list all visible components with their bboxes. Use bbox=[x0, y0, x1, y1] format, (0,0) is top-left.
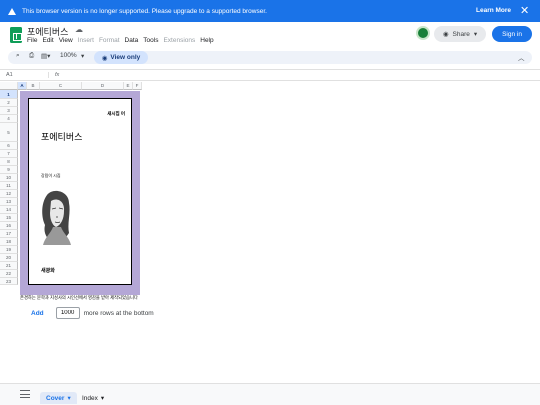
row-header[interactable]: 3 bbox=[0, 107, 18, 115]
column-header[interactable]: E bbox=[124, 82, 133, 90]
tab-cover[interactable]: Cover ▾ bbox=[40, 392, 77, 404]
zoom-select[interactable]: 100% bbox=[60, 52, 77, 59]
add-rows-button[interactable]: Add bbox=[31, 310, 44, 317]
print-icon[interactable]: ⎙ bbox=[29, 52, 34, 60]
rows-count-input[interactable] bbox=[55, 307, 80, 319]
formula-bar: A1 fx bbox=[0, 69, 540, 81]
row-header[interactable]: 23 bbox=[0, 278, 18, 285]
chevron-down-icon[interactable]: ▾ bbox=[81, 52, 84, 60]
sheet-tabs-bar: Cover ▾ Index ▾ bbox=[0, 383, 540, 405]
add-rows-label: more rows at the bottom bbox=[83, 309, 154, 317]
add-rows-control: Add more rows at the bottom bbox=[31, 307, 154, 319]
publisher-label: 새광화 bbox=[41, 268, 55, 274]
column-header[interactable]: C bbox=[40, 82, 82, 90]
view-only-button[interactable]: ◉ View only bbox=[94, 51, 148, 64]
row-header[interactable]: 18 bbox=[0, 238, 18, 246]
row-header[interactable]: 15 bbox=[0, 214, 18, 222]
search-icon[interactable]: ⌕ bbox=[16, 52, 20, 60]
row-header[interactable]: 16 bbox=[0, 222, 18, 230]
eye-icon: ◉ bbox=[101, 54, 108, 62]
warning-icon bbox=[8, 7, 16, 15]
chevron-down-icon: ▾ bbox=[100, 395, 105, 402]
row-header[interactable]: 9 bbox=[0, 166, 18, 174]
tab-label: Cover bbox=[46, 394, 65, 402]
portrait-illustration bbox=[42, 190, 71, 245]
row-header[interactable]: 7 bbox=[0, 150, 18, 158]
column-header[interactable]: A bbox=[18, 82, 27, 90]
menu-bar: File Edit View Insert Format Data Tools … bbox=[27, 37, 214, 44]
chevron-up-icon[interactable]: ︿ bbox=[518, 52, 525, 62]
menu-tools[interactable]: Tools bbox=[143, 37, 158, 44]
menu-view[interactable]: View bbox=[59, 37, 73, 44]
share-label: Share bbox=[452, 30, 470, 38]
name-box[interactable]: A1 bbox=[6, 72, 13, 78]
learn-more-link[interactable]: Learn More bbox=[476, 7, 511, 14]
row-header[interactable]: 11 bbox=[0, 182, 18, 190]
menu-data[interactable]: Data bbox=[125, 37, 139, 44]
tab-label: Index bbox=[82, 394, 98, 402]
row-header[interactable]: 12 bbox=[0, 190, 18, 198]
row-header[interactable]: 4 bbox=[0, 115, 18, 123]
all-sheets-menu-icon[interactable] bbox=[20, 390, 30, 398]
chevron-down-icon: ▾ bbox=[67, 395, 71, 402]
globe-icon: ◉ bbox=[442, 31, 449, 38]
row-header[interactable]: 17 bbox=[0, 230, 18, 238]
row-header[interactable]: 19 bbox=[0, 246, 18, 254]
row-header[interactable]: 22 bbox=[0, 270, 18, 278]
column-header[interactable]: D bbox=[82, 82, 124, 90]
banner-message: This browser version is no longer suppor… bbox=[22, 7, 267, 15]
paint-format-icon[interactable]: ▤▾ bbox=[41, 52, 50, 60]
row-header[interactable]: 5 bbox=[0, 123, 18, 142]
series-label: 새시집 어 bbox=[107, 111, 125, 116]
menu-edit[interactable]: Edit bbox=[42, 37, 53, 44]
select-all-corner[interactable] bbox=[0, 82, 18, 90]
close-icon[interactable]: ✕ bbox=[520, 4, 529, 17]
cell-text[interactable]: 존경하는 문학과 지성사의 시인선에서 영감을 받아 제작되었습니다 bbox=[20, 295, 138, 301]
row-header[interactable]: 21 bbox=[0, 262, 18, 270]
row-header[interactable]: 1 bbox=[0, 90, 18, 99]
unsupported-browser-banner: This browser version is no longer suppor… bbox=[0, 0, 540, 22]
tab-index[interactable]: Index ▾ bbox=[76, 392, 110, 404]
row-header[interactable]: 13 bbox=[0, 198, 18, 206]
book-cover: 새시집 어 포에티버스 강림이 시집 새광화 bbox=[28, 98, 132, 285]
column-header[interactable]: B bbox=[27, 82, 40, 90]
row-header[interactable]: 14 bbox=[0, 206, 18, 214]
avatar[interactable] bbox=[416, 26, 430, 40]
row-header[interactable]: 2 bbox=[0, 99, 18, 107]
toolbar: ⌕ ⎙ ▤▾ 100% ▾ ◉ View only ︿ bbox=[8, 51, 532, 64]
menu-file[interactable]: File bbox=[27, 37, 37, 44]
fx-icon: fx bbox=[48, 72, 59, 78]
sheets-logo-icon[interactable] bbox=[10, 27, 22, 43]
menu-extensions[interactable]: Extensions bbox=[163, 37, 195, 44]
view-only-label: View only bbox=[110, 54, 141, 61]
row-header[interactable]: 10 bbox=[0, 174, 18, 182]
menu-format[interactable]: Format bbox=[99, 37, 120, 44]
row-header[interactable]: 8 bbox=[0, 158, 18, 166]
sign-in-button[interactable]: Sign in bbox=[492, 26, 532, 42]
cloud-status-icon[interactable]: ☁ bbox=[75, 25, 83, 34]
share-button[interactable]: ◉ Share ▾ bbox=[434, 26, 486, 42]
column-header[interactable]: F bbox=[133, 82, 142, 90]
menu-help[interactable]: Help bbox=[200, 37, 213, 44]
book-title: 포에티버스 bbox=[41, 132, 83, 142]
author-label: 강림이 시집 bbox=[41, 173, 61, 178]
row-header[interactable]: 20 bbox=[0, 254, 18, 262]
chevron-down-icon: ▾ bbox=[473, 31, 478, 38]
row-header[interactable]: 6 bbox=[0, 142, 18, 150]
menu-insert[interactable]: Insert bbox=[78, 37, 94, 44]
